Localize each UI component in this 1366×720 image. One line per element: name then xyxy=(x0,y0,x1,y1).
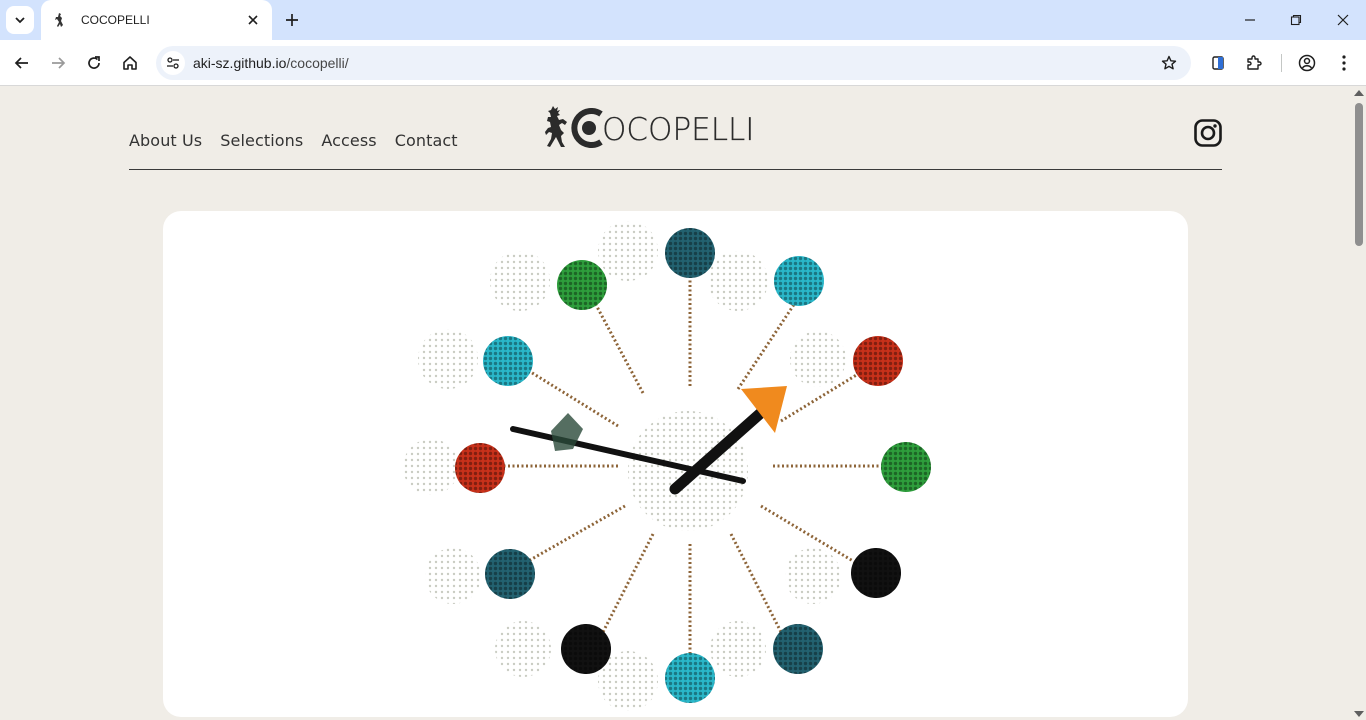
back-button[interactable] xyxy=(8,49,36,77)
home-button[interactable] xyxy=(116,49,144,77)
nav-selections[interactable]: Selections xyxy=(220,131,303,150)
bookmark-star-button[interactable] xyxy=(1157,51,1181,75)
new-tab-button[interactable] xyxy=(281,9,303,31)
page-viewport: About Us Selections Access Contact OCOPE… xyxy=(0,87,1366,720)
kokopelli-favicon-icon xyxy=(51,11,69,29)
site-header: About Us Selections Access Contact OCOPE… xyxy=(129,87,1222,170)
active-tab[interactable]: COCOPELLI xyxy=(41,0,272,40)
url-path: /cocopelli/ xyxy=(286,55,349,71)
menu-button[interactable] xyxy=(1330,49,1358,77)
close-icon xyxy=(1337,14,1349,26)
reading-mode-icon xyxy=(1212,56,1224,70)
arrow-right-icon xyxy=(52,57,66,69)
close-window-button[interactable] xyxy=(1331,8,1355,32)
address-bar[interactable]: aki-sz.github.io/cocopelli/ xyxy=(156,46,1191,80)
nav-about-us[interactable]: About Us xyxy=(129,131,202,150)
close-tab-icon[interactable] xyxy=(244,11,262,29)
more-vertical-icon xyxy=(1342,55,1346,71)
minimize-icon xyxy=(1245,19,1255,21)
profile-button[interactable] xyxy=(1293,49,1321,77)
tab-search-button[interactable] xyxy=(6,6,34,34)
site-info-button[interactable] xyxy=(161,51,185,75)
chevron-down-icon xyxy=(15,17,25,24)
scrollbar-thumb[interactable] xyxy=(1355,103,1363,246)
hero-card xyxy=(163,211,1188,717)
star-icon xyxy=(1161,55,1177,70)
kokopelli-figure-icon xyxy=(545,106,567,147)
tab-title: COCOPELLI xyxy=(81,13,150,27)
scroll-up-arrow-icon[interactable] xyxy=(1354,90,1364,96)
plus-icon xyxy=(286,14,298,26)
main-nav: About Us Selections Access Contact xyxy=(129,131,458,150)
puzzle-icon xyxy=(1247,55,1262,70)
restore-icon xyxy=(1290,14,1302,26)
nav-access[interactable]: Access xyxy=(321,131,376,150)
tab-strip: COCOPELLI xyxy=(0,0,1366,40)
reload-button[interactable] xyxy=(80,49,108,77)
forward-button[interactable] xyxy=(44,49,72,77)
minimize-button[interactable] xyxy=(1238,8,1262,32)
arrow-left-icon xyxy=(14,57,28,69)
tune-icon xyxy=(167,57,179,69)
extensions-button[interactable] xyxy=(1240,49,1268,77)
account-icon xyxy=(1298,54,1316,72)
url-host: aki-sz.github.io xyxy=(193,55,287,71)
logo-big-c-icon xyxy=(571,108,603,148)
browser-toolbar: aki-sz.github.io/cocopelli/ xyxy=(0,40,1366,86)
page-scrollbar[interactable] xyxy=(1351,87,1366,720)
restore-button[interactable] xyxy=(1284,8,1308,32)
site-logo[interactable]: OCOPELLI xyxy=(544,104,755,148)
reading-mode-button[interactable] xyxy=(1204,49,1232,77)
toolbar-divider xyxy=(1281,54,1282,72)
scroll-down-arrow-icon[interactable] xyxy=(1354,711,1364,717)
reload-icon xyxy=(88,56,100,69)
logo-text: OCOPELLI xyxy=(602,112,755,148)
url-text[interactable]: aki-sz.github.io/cocopelli/ xyxy=(193,55,349,71)
instagram-icon[interactable] xyxy=(1194,119,1222,147)
ball-clock-illustration xyxy=(403,221,931,711)
home-icon xyxy=(123,56,137,70)
nav-contact[interactable]: Contact xyxy=(395,131,458,150)
